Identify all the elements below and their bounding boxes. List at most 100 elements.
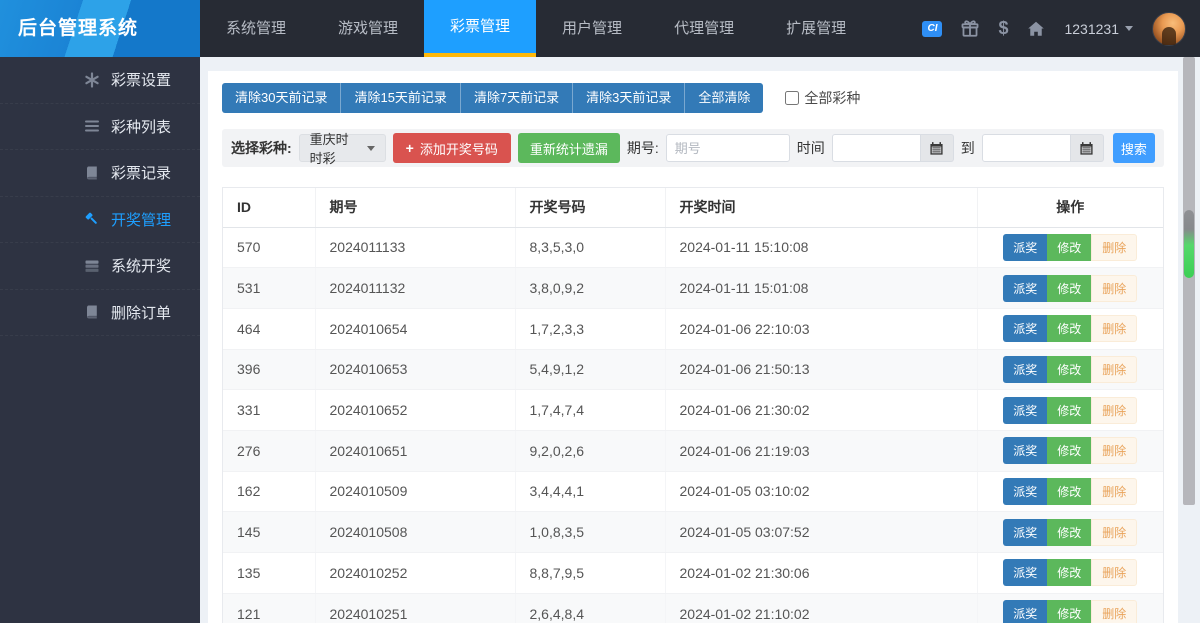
sidebar-item-delete-orders[interactable]: 删除订单 xyxy=(0,290,200,337)
avatar[interactable] xyxy=(1152,12,1186,46)
issue-input[interactable] xyxy=(666,134,790,162)
delete-button[interactable]: 删除 xyxy=(1091,397,1137,424)
cell-numbers: 5,4,9,1,2 xyxy=(515,349,665,390)
cell-actions: 派奖 修改 删除 xyxy=(977,593,1163,623)
pay-button[interactable]: 派奖 xyxy=(1003,519,1047,546)
delete-button[interactable]: 删除 xyxy=(1091,356,1137,383)
time-from-group xyxy=(832,134,954,162)
nav-item-system[interactable]: 系统管理 xyxy=(200,0,312,57)
pay-button[interactable]: 派奖 xyxy=(1003,356,1047,383)
edit-button[interactable]: 修改 xyxy=(1047,559,1091,586)
nav-item-lottery[interactable]: 彩票管理 xyxy=(424,0,536,57)
plus-icon: + xyxy=(406,141,414,155)
pay-button[interactable]: 派奖 xyxy=(1003,397,1047,424)
clear-30days-button[interactable]: 清除30天前记录 xyxy=(222,83,341,113)
time-from-input[interactable] xyxy=(832,134,921,162)
sidebar-item-lottery-settings[interactable]: 彩票设置 xyxy=(0,57,200,104)
nav-item-game[interactable]: 游戏管理 xyxy=(312,0,424,57)
clear-3days-button[interactable]: 清除3天前记录 xyxy=(573,83,685,113)
delete-button[interactable]: 删除 xyxy=(1091,315,1137,342)
cell-id: 531 xyxy=(223,268,315,309)
search-button[interactable]: 搜索 xyxy=(1113,133,1155,163)
table-row: 464 2024010654 1,7,2,3,3 2024-01-06 22:1… xyxy=(223,308,1163,349)
cell-actions: 派奖 修改 删除 xyxy=(977,227,1163,268)
pay-button[interactable]: 派奖 xyxy=(1003,315,1047,342)
chevron-down-icon xyxy=(1125,26,1133,31)
cell-issue: 2024010509 xyxy=(315,471,515,512)
lottery-type-select[interactable]: 重庆时时彩 xyxy=(299,134,386,162)
scrollbar-thumb[interactable] xyxy=(1184,210,1194,278)
sidebar-item-lottery-records[interactable]: 彩票记录 xyxy=(0,150,200,197)
delete-button[interactable]: 删除 xyxy=(1091,559,1137,586)
delete-button[interactable]: 删除 xyxy=(1091,275,1137,302)
list-icon xyxy=(84,118,100,134)
cell-issue: 2024010651 xyxy=(315,430,515,471)
cell-actions: 派奖 修改 删除 xyxy=(977,349,1163,390)
select-lottery-label: 选择彩种: xyxy=(231,138,292,158)
all-lottery-checkbox[interactable] xyxy=(785,91,799,105)
sidebar-item-lottery-list[interactable]: 彩种列表 xyxy=(0,104,200,151)
add-draw-number-label: 添加开奖号码 xyxy=(420,139,498,158)
delete-button[interactable]: 删除 xyxy=(1091,478,1137,505)
edit-button[interactable]: 修改 xyxy=(1047,397,1091,424)
filter-bar: 选择彩种: 重庆时时彩 + 添加开奖号码 重新统计遗漏 期号: 时间 xyxy=(222,129,1164,167)
col-header-issue: 期号 xyxy=(315,188,515,227)
edit-button[interactable]: 修改 xyxy=(1047,519,1091,546)
table-row: 570 2024011133 8,3,5,3,0 2024-01-11 15:1… xyxy=(223,227,1163,268)
time-label: 时间 xyxy=(797,138,825,158)
delete-button[interactable]: 删除 xyxy=(1091,519,1137,546)
cell-actions: 派奖 修改 删除 xyxy=(977,553,1163,594)
clear-15days-button[interactable]: 清除15天前记录 xyxy=(341,83,460,113)
time-to-calendar-button[interactable] xyxy=(1071,134,1104,162)
cell-numbers: 8,3,5,3,0 xyxy=(515,227,665,268)
delete-button[interactable]: 删除 xyxy=(1091,437,1137,464)
pay-button[interactable]: 派奖 xyxy=(1003,234,1047,261)
gift-icon[interactable] xyxy=(961,20,979,38)
pay-button[interactable]: 派奖 xyxy=(1003,275,1047,302)
app-logo: 后台管理系统 xyxy=(0,0,200,57)
nav-item-extension[interactable]: 扩展管理 xyxy=(760,0,872,57)
home-icon[interactable] xyxy=(1027,20,1045,38)
cell-id: 145 xyxy=(223,512,315,553)
cell-issue: 2024010508 xyxy=(315,512,515,553)
cell-id: 331 xyxy=(223,390,315,431)
content-card: 清除30天前记录 清除15天前记录 清除7天前记录 清除3天前记录 全部清除 全… xyxy=(208,71,1178,623)
delete-button[interactable]: 删除 xyxy=(1091,234,1137,261)
cell-time: 2024-01-05 03:10:02 xyxy=(665,471,977,512)
draw-records-table-wrap: ID 期号 开奖号码 开奖时间 操作 570 2024011133 xyxy=(222,187,1164,623)
edit-button[interactable]: 修改 xyxy=(1047,356,1091,383)
dollar-icon[interactable]: $ xyxy=(998,18,1008,39)
pay-button[interactable]: 派奖 xyxy=(1003,559,1047,586)
cell-actions: 派奖 修改 删除 xyxy=(977,471,1163,512)
cell-time: 2024-01-06 21:50:13 xyxy=(665,349,977,390)
nav-item-agent[interactable]: 代理管理 xyxy=(648,0,760,57)
sidebar-item-draw-management[interactable]: 开奖管理 xyxy=(0,197,200,244)
edit-button[interactable]: 修改 xyxy=(1047,478,1091,505)
edit-button[interactable]: 修改 xyxy=(1047,234,1091,261)
pay-button[interactable]: 派奖 xyxy=(1003,478,1047,505)
sidebar: 彩票设置 彩种列表 彩票记录 开奖管理 xyxy=(0,57,200,623)
cell-numbers: 1,7,4,7,4 xyxy=(515,390,665,431)
table-row: 331 2024010652 1,7,4,7,4 2024-01-06 21:3… xyxy=(223,390,1163,431)
col-header-actions: 操作 xyxy=(977,188,1163,227)
edit-button[interactable]: 修改 xyxy=(1047,315,1091,342)
edit-button[interactable]: 修改 xyxy=(1047,275,1091,302)
cell-id: 121 xyxy=(223,593,315,623)
clear-7days-button[interactable]: 清除7天前记录 xyxy=(461,83,573,113)
clear-all-button[interactable]: 全部清除 xyxy=(685,83,763,113)
delete-button[interactable]: 删除 xyxy=(1091,600,1137,623)
add-draw-number-button[interactable]: + 添加开奖号码 xyxy=(393,133,511,163)
pay-button[interactable]: 派奖 xyxy=(1003,437,1047,464)
cell-actions: 派奖 修改 删除 xyxy=(977,390,1163,431)
edit-button[interactable]: 修改 xyxy=(1047,437,1091,464)
sidebar-item-system-draw[interactable]: 系统开奖 xyxy=(0,243,200,290)
nav-item-user[interactable]: 用户管理 xyxy=(536,0,648,57)
ci-badge-icon[interactable]: CI xyxy=(922,21,942,37)
recount-missing-button[interactable]: 重新统计遗漏 xyxy=(518,133,620,163)
all-lottery-checkbox-wrap[interactable]: 全部彩种 xyxy=(785,88,860,108)
time-to-input[interactable] xyxy=(982,134,1071,162)
user-menu[interactable]: 1231231 xyxy=(1064,21,1133,37)
edit-button[interactable]: 修改 xyxy=(1047,600,1091,623)
time-from-calendar-button[interactable] xyxy=(921,134,954,162)
pay-button[interactable]: 派奖 xyxy=(1003,600,1047,623)
